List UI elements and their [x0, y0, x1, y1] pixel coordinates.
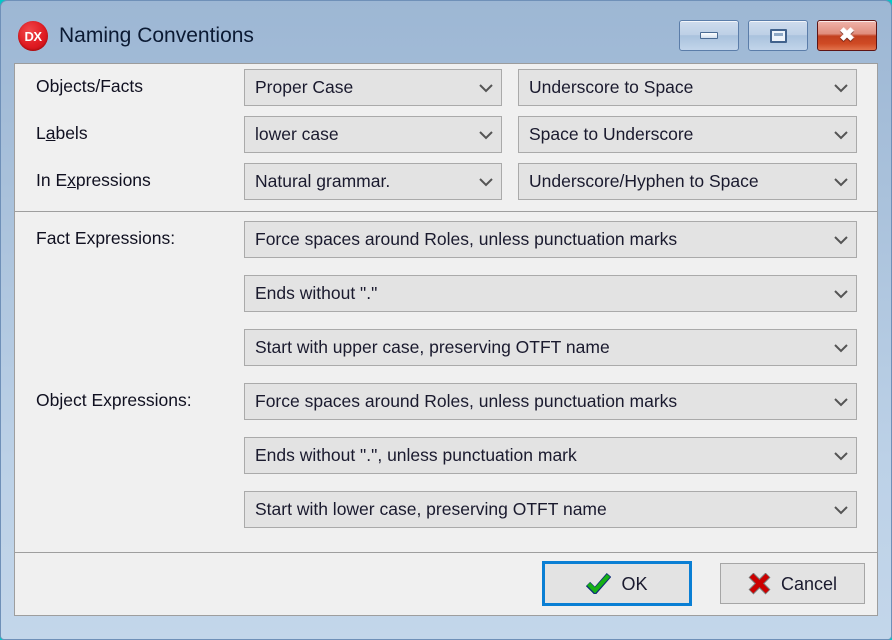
- objects-facts-separator-value: Underscore to Space: [519, 77, 826, 98]
- labels-label: Labels: [36, 123, 88, 144]
- fact-expression-combo-1[interactable]: Force spaces around Roles, unless punctu…: [244, 221, 857, 258]
- naming-conventions-panel: Objects/Facts Proper Case Underscore to …: [15, 64, 877, 212]
- title-bar[interactable]: DX Naming Conventions ✖: [1, 1, 891, 63]
- chevron-down-icon: [471, 164, 501, 199]
- chevron-down-icon: [826, 164, 856, 199]
- labels-separator-combo[interactable]: Space to Underscore: [518, 116, 857, 153]
- in-expressions-separator-value: Underscore/Hyphen to Space: [519, 171, 826, 192]
- in-expressions-label: In Expressions: [36, 170, 151, 191]
- cancel-button[interactable]: Cancel: [720, 563, 865, 604]
- chevron-down-icon: [826, 222, 856, 257]
- object-expression-value-2: Ends without ".", unless punctuation mar…: [245, 445, 826, 466]
- objects-facts-case-combo[interactable]: Proper Case: [244, 69, 502, 106]
- chevron-down-icon: [826, 276, 856, 311]
- fact-expression-value-1: Force spaces around Roles, unless punctu…: [245, 229, 826, 250]
- labels-case-value: lower case: [245, 124, 471, 145]
- dialog-window: DX Naming Conventions ✖ Objects/Facts Pr…: [0, 0, 892, 640]
- maximize-button[interactable]: [748, 20, 808, 51]
- objects-facts-case-value: Proper Case: [245, 77, 471, 98]
- object-expression-value-3: Start with lower case, preserving OTFT n…: [245, 499, 826, 520]
- objects-facts-label: Objects/Facts: [36, 76, 143, 97]
- fact-expressions-label: Fact Expressions:: [36, 228, 175, 249]
- object-expression-value-1: Force spaces around Roles, unless punctu…: [245, 391, 826, 412]
- labels-separator-value: Space to Underscore: [519, 124, 826, 145]
- labels-case-combo[interactable]: lower case: [244, 116, 502, 153]
- window-controls: ✖: [679, 20, 877, 51]
- chevron-down-icon: [826, 438, 856, 473]
- chevron-down-icon: [471, 117, 501, 152]
- cross-icon: [748, 573, 771, 595]
- chevron-down-icon: [826, 330, 856, 365]
- dialog-client-area: Objects/Facts Proper Case Underscore to …: [14, 63, 878, 616]
- in-expressions-case-value: Natural grammar.: [245, 171, 471, 192]
- chevron-down-icon: [471, 70, 501, 105]
- dx-logo-icon: DX: [18, 21, 48, 51]
- chevron-down-icon: [826, 492, 856, 527]
- object-expression-combo-1[interactable]: Force spaces around Roles, unless punctu…: [244, 383, 857, 420]
- close-button[interactable]: ✖: [817, 20, 877, 51]
- ok-button-label: OK: [621, 575, 647, 593]
- object-expression-combo-3[interactable]: Start with lower case, preserving OTFT n…: [244, 491, 857, 528]
- object-expression-combo-2[interactable]: Ends without ".", unless punctuation mar…: [244, 437, 857, 474]
- dialog-footer: OK Cancel: [15, 553, 877, 615]
- fact-expression-value-2: Ends without ".": [245, 283, 826, 304]
- title-bar-left: DX Naming Conventions: [18, 21, 254, 51]
- fact-expression-combo-2[interactable]: Ends without ".": [244, 275, 857, 312]
- cancel-button-label: Cancel: [781, 575, 837, 593]
- close-icon: ✖: [839, 26, 855, 45]
- chevron-down-icon: [826, 117, 856, 152]
- object-expressions-label: Object Expressions:: [36, 390, 192, 411]
- objects-facts-separator-combo[interactable]: Underscore to Space: [518, 69, 857, 106]
- expressions-panel: Fact Expressions: Force spaces around Ro…: [15, 212, 877, 553]
- maximize-icon: [770, 29, 787, 43]
- in-expressions-separator-combo[interactable]: Underscore/Hyphen to Space: [518, 163, 857, 200]
- chevron-down-icon: [826, 70, 856, 105]
- minimize-button[interactable]: [679, 20, 739, 51]
- minimize-icon: [700, 32, 718, 39]
- chevron-down-icon: [826, 384, 856, 419]
- fact-expression-value-3: Start with upper case, preserving OTFT n…: [245, 337, 826, 358]
- ok-button[interactable]: OK: [542, 561, 692, 606]
- fact-expression-combo-3[interactable]: Start with upper case, preserving OTFT n…: [244, 329, 857, 366]
- in-expressions-case-combo[interactable]: Natural grammar.: [244, 163, 502, 200]
- window-title: Naming Conventions: [59, 24, 254, 48]
- checkmark-icon: [586, 573, 611, 594]
